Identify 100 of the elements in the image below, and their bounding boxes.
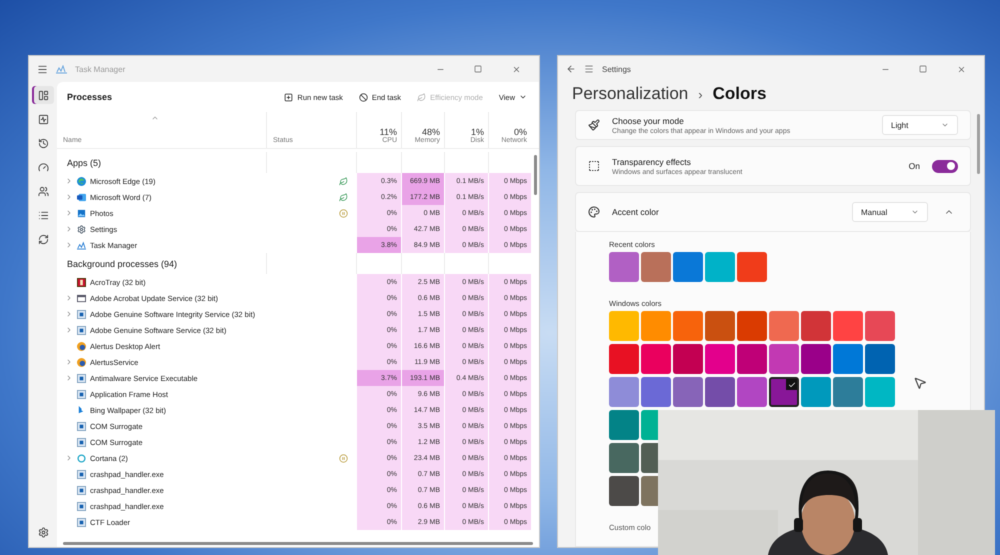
close-icon: [512, 64, 520, 74]
menu-icon[interactable]: [584, 64, 594, 74]
history-icon: [38, 138, 48, 148]
page-title: Colors: [712, 84, 766, 104]
settings-icon: [38, 526, 48, 538]
color-swatch[interactable]: [833, 311, 863, 341]
refresh-icon: [38, 234, 48, 244]
setting-title: Choose your mode: [612, 116, 685, 126]
color-swatch[interactable]: [865, 377, 895, 407]
dashed-square-icon: [588, 160, 600, 172]
color-swatch[interactable]: [801, 377, 831, 407]
setting-title: Accent color: [612, 207, 660, 217]
window-icon: [77, 294, 86, 302]
color-swatch[interactable]: [705, 252, 735, 282]
color-swatch[interactable]: [737, 252, 767, 282]
color-swatch[interactable]: [737, 377, 767, 407]
b-shape-icon: [77, 406, 86, 414]
sort-caret-icon: [151, 114, 159, 122]
document-icon: [77, 192, 86, 202]
palette-icon: [588, 206, 600, 218]
pause-icon: [339, 208, 348, 218]
column-total: 48%: [422, 127, 440, 137]
leaf-icon: [417, 92, 426, 102]
maximize-icon: [919, 65, 927, 73]
maximize-icon: [474, 65, 482, 73]
caret-icon: [519, 93, 527, 101]
color-swatch[interactable]: [609, 476, 639, 506]
color-swatch[interactable]: [641, 344, 671, 374]
color-swatch[interactable]: [673, 311, 703, 341]
add-square-icon: [284, 92, 294, 102]
column-total: 11%: [380, 127, 397, 137]
color-swatch[interactable]: [769, 377, 799, 407]
close-icon: [956, 64, 966, 74]
pause-icon: [339, 454, 348, 462]
scrollbar-thumb[interactable]: [63, 542, 533, 544]
color-swatch[interactable]: [609, 377, 639, 407]
color-swatch[interactable]: [705, 311, 735, 341]
chart-icon: [56, 64, 67, 74]
color-swatch[interactable]: [641, 476, 658, 506]
nav-button[interactable]: [32, 86, 54, 104]
gear-icon: [77, 224, 86, 234]
color-swatch[interactable]: [673, 252, 703, 282]
window-title: Task Manager: [75, 64, 126, 74]
brush-icon: [588, 119, 600, 131]
leaf-icon: [339, 192, 348, 202]
group-title: Apps (5): [66, 158, 102, 168]
menu-icon[interactable]: [37, 64, 48, 74]
color-swatch[interactable]: [641, 252, 671, 282]
color-swatch[interactable]: [641, 377, 671, 407]
prohibited-icon: [358, 92, 368, 102]
panel-icon: [38, 90, 48, 100]
accent-dropdown[interactable]: Manual: [852, 202, 928, 222]
color-swatch[interactable]: [769, 344, 799, 374]
caret-icon: [911, 208, 919, 216]
gauge-icon: [38, 162, 48, 172]
color-swatch[interactable]: [833, 344, 863, 374]
color-swatch[interactable]: [801, 344, 831, 374]
color-swatch[interactable]: [609, 311, 639, 341]
color-swatch[interactable]: [609, 252, 639, 282]
color-swatch[interactable]: [673, 344, 703, 374]
column-total: 1%: [470, 127, 484, 137]
chart-icon: [77, 240, 86, 250]
image-icon: [77, 208, 86, 218]
globe-swirl-icon: [77, 176, 86, 186]
leaf-icon: [339, 176, 348, 186]
color-swatch[interactable]: [737, 311, 767, 341]
expand-chevron-icon[interactable]: [65, 454, 73, 462]
setting-title: Transparency effects: [612, 156, 692, 166]
scrollbar-thumb[interactable]: [977, 114, 980, 174]
activity-icon: [38, 114, 48, 124]
color-swatch[interactable]: [865, 344, 895, 374]
caret-icon: [941, 121, 949, 129]
color-swatch[interactable]: [609, 344, 639, 374]
color-swatch[interactable]: [801, 311, 831, 341]
color-swatch[interactable]: [833, 377, 863, 407]
color-swatch[interactable]: [705, 377, 735, 407]
color-swatch[interactable]: [641, 311, 671, 341]
toggle-state: On: [908, 161, 920, 171]
color-swatch[interactable]: [609, 410, 639, 440]
color-swatch[interactable]: [673, 377, 703, 407]
color-swatch[interactable]: [609, 443, 639, 473]
scrollbar-thumb[interactable]: [534, 155, 537, 195]
ring-icon: [77, 454, 86, 462]
color-swatch[interactable]: [705, 344, 735, 374]
breadcrumb-separator: ›: [698, 86, 703, 102]
color-swatch[interactable]: [769, 311, 799, 341]
column-total: 0%: [514, 127, 527, 137]
mode-dropdown[interactable]: Light: [882, 115, 958, 135]
app-icon: [77, 278, 86, 286]
users-icon: [38, 186, 48, 196]
breadcrumb-link[interactable]: Personalization: [572, 84, 688, 104]
color-swatch[interactable]: [641, 443, 658, 473]
back-icon[interactable]: [566, 64, 576, 74]
window-title: Settings: [602, 64, 631, 74]
color-swatch[interactable]: [641, 410, 658, 440]
toggle-switch[interactable]: [932, 160, 958, 172]
cursor-icon: [913, 376, 927, 390]
color-swatch[interactable]: [737, 344, 767, 374]
group-title: Background processes (94): [66, 258, 178, 268]
color-swatch[interactable]: [865, 311, 895, 341]
